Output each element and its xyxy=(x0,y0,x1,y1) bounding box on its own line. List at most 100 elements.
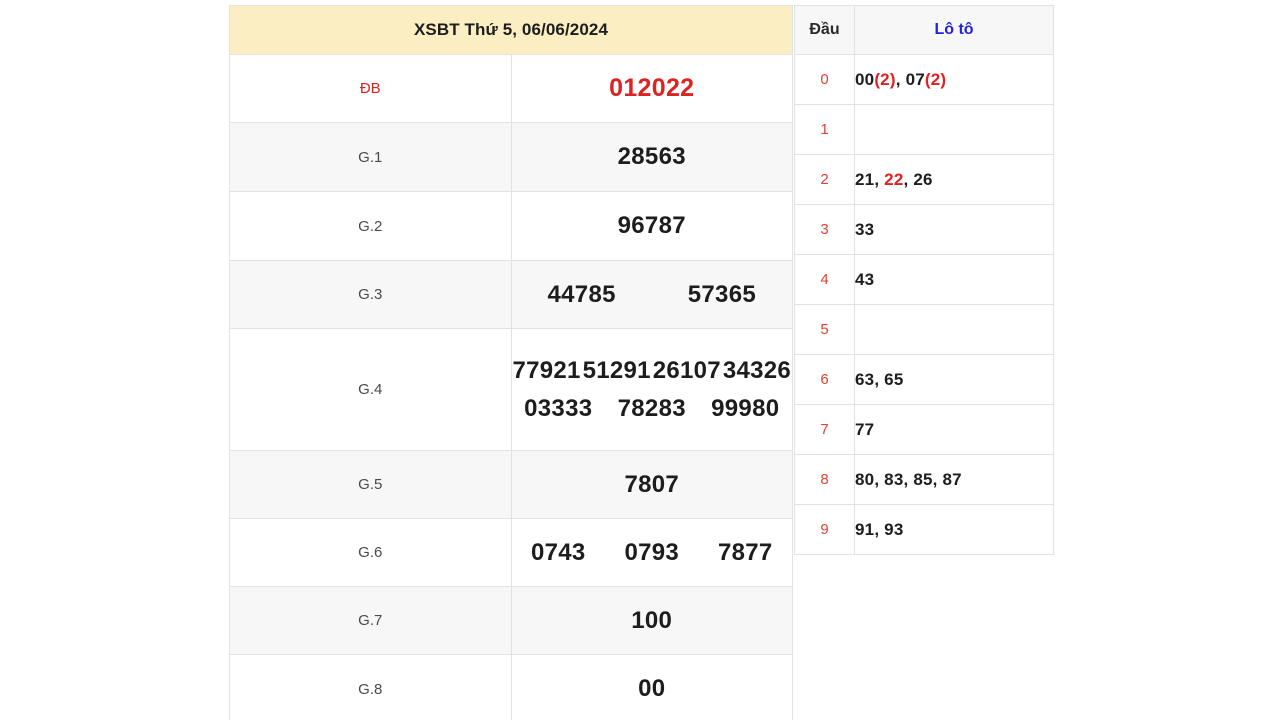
prize-number-line: 28563 xyxy=(512,143,793,171)
prize-number-line: 77921 51291 26107 34326 xyxy=(512,357,793,385)
loto-dau-value: 6 xyxy=(794,354,855,405)
loto-number: 85 xyxy=(913,469,933,489)
loto-separator: , xyxy=(932,469,943,489)
loto-dau-value: 5 xyxy=(794,304,855,355)
prize-label: G.3 xyxy=(229,260,512,329)
loto-number: 77 xyxy=(855,419,875,439)
loto-number: 80 xyxy=(855,469,875,489)
loto-row: 9 91, 93 xyxy=(794,504,1054,555)
loto-table: Đầu Lô tô 0 00(2), 07(2) 1 2 21, 22, 26 3 33 4 4… xyxy=(794,5,1054,555)
prize-number-line: 7807 xyxy=(512,471,793,499)
loto-dau-value: 1 xyxy=(794,104,855,155)
prize-label: G.6 xyxy=(229,518,512,587)
loto-separator: , xyxy=(874,519,885,539)
prize-row: G.6 0743 0793 7877 xyxy=(229,518,793,587)
prize-values: 7807 xyxy=(510,450,793,519)
loto-row: 8 80, 83, 85, 87 xyxy=(794,454,1054,505)
prize-values: 0743 0793 7877 xyxy=(510,518,793,587)
loto-numbers: 00(2), 07(2) xyxy=(854,54,1054,105)
prize-values: 96787 xyxy=(510,191,793,261)
prize-number: 03333 xyxy=(524,394,593,422)
results-table-body: XSBT Thứ 5, 06/06/2024 ĐB 012022 G.1 28563 G… xyxy=(229,5,793,720)
prize-number: 77921 xyxy=(512,356,581,384)
prize-number: 51291 xyxy=(582,356,651,384)
loto-row: 4 43 xyxy=(794,254,1054,305)
prize-number: 0793 xyxy=(624,538,680,566)
loto-dau-value: 3 xyxy=(794,204,855,255)
loto-row: 1 xyxy=(794,104,1054,155)
loto-number: 87 xyxy=(942,469,962,489)
prize-number: 96787 xyxy=(617,212,686,239)
loto-number: 07 xyxy=(905,69,925,89)
prize-label: G.7 xyxy=(229,586,512,655)
loto-number: 33 xyxy=(855,219,875,239)
prize-row: G.2 96787 xyxy=(229,191,793,261)
prize-number: 7877 xyxy=(717,538,773,566)
loto-numbers: 63, 65 xyxy=(854,354,1054,405)
loto-dau-value: 2 xyxy=(794,154,855,205)
loto-number: 43 xyxy=(855,269,875,289)
loto-number: 91 xyxy=(855,519,875,539)
prize-number-line: 00 xyxy=(512,675,793,703)
loto-numbers xyxy=(854,104,1054,155)
prize-number-line: 100 xyxy=(512,607,793,635)
prize-values: 28563 xyxy=(510,122,793,192)
results-header-row: XSBT Thứ 5, 06/06/2024 xyxy=(229,5,793,55)
loto-number: 26 xyxy=(913,169,933,189)
results-table: XSBT Thứ 5, 06/06/2024 ĐB 012022 G.1 28563 G… xyxy=(229,5,793,720)
loto-numbers: 43 xyxy=(854,254,1054,305)
prize-number: 26107 xyxy=(652,356,721,384)
loto-row: 7 77 xyxy=(794,404,1054,455)
loto-dau-value: 8 xyxy=(794,454,855,505)
loto-dau-value: 4 xyxy=(794,254,855,305)
prize-label: ĐB xyxy=(229,54,512,123)
prize-row: ĐB 012022 xyxy=(229,54,793,123)
loto-row: 2 21, 22, 26 xyxy=(794,154,1054,205)
prize-values: 00 xyxy=(510,654,793,720)
loto-dau-value: 0 xyxy=(794,54,855,105)
loto-dau-value: 7 xyxy=(794,404,855,455)
loto-numbers: 21, 22, 26 xyxy=(854,154,1054,205)
prize-values: 77921 51291 26107 34326 03333 78283 99980 xyxy=(510,328,793,451)
loto-row: 3 33 xyxy=(794,204,1054,255)
prize-number-line: 03333 78283 99980 xyxy=(512,395,793,423)
loto-row: 6 63, 65 xyxy=(794,354,1054,405)
prize-values: 012022 xyxy=(510,54,793,123)
loto-separator: , xyxy=(874,169,885,189)
loto-numbers: 91, 93 xyxy=(854,504,1054,555)
prize-row: G.5 7807 xyxy=(229,450,793,519)
prize-label: G.5 xyxy=(229,450,512,519)
prize-number-line: 96787 xyxy=(512,212,793,240)
prize-values: 100 xyxy=(510,586,793,655)
loto-number: 93 xyxy=(884,519,904,539)
prize-label: G.8 xyxy=(229,654,512,720)
loto-number: 21 xyxy=(855,169,875,189)
prize-number: 100 xyxy=(631,606,673,634)
prize-number-line: 44785 57365 xyxy=(512,281,793,309)
loto-row: 0 00(2), 07(2) xyxy=(794,54,1054,105)
prize-number: 57365 xyxy=(687,280,756,308)
loto-number: 83 xyxy=(884,469,904,489)
prize-row: G.8 00 xyxy=(229,654,793,720)
prize-number: 7807 xyxy=(624,470,680,498)
loto-numbers: 33 xyxy=(854,204,1054,255)
loto-numbers: 80, 83, 85, 87 xyxy=(854,454,1054,505)
loto-separator: , xyxy=(903,169,914,189)
loto-separator: , xyxy=(874,369,885,389)
prize-number: 0743 xyxy=(530,538,586,566)
loto-number: 00 xyxy=(855,69,875,89)
loto-column-header-dau: Đầu xyxy=(794,5,855,55)
loto-separator: , xyxy=(903,469,914,489)
loto-dau-value: 9 xyxy=(794,504,855,555)
loto-number: 65 xyxy=(884,369,904,389)
lottery-results-page: XSBT Thứ 5, 06/06/2024 ĐB 012022 G.1 28563 G… xyxy=(0,0,1280,720)
prize-number-line: 012022 xyxy=(512,74,793,103)
prize-number: 012022 xyxy=(609,74,695,102)
prize-number: 44785 xyxy=(547,280,616,308)
prize-label: G.1 xyxy=(229,122,512,192)
loto-number-count: (2) xyxy=(924,69,947,89)
loto-header-row: Đầu Lô tô xyxy=(794,5,1054,55)
prize-number: 99980 xyxy=(711,394,780,422)
loto-number: 63 xyxy=(855,369,875,389)
loto-column-header-loto: Lô tô xyxy=(854,5,1054,55)
